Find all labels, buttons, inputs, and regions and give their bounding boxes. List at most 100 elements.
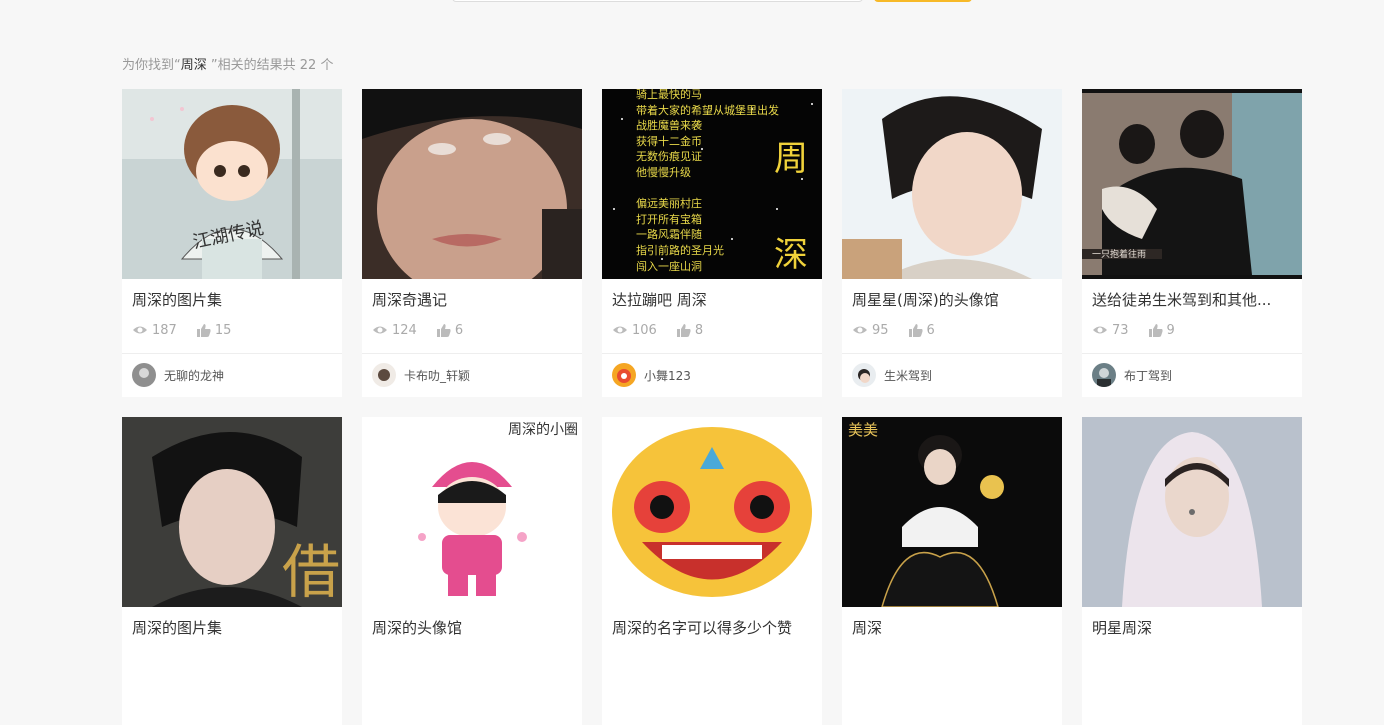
result-card[interactable]: 周深的名字可以得多少个赞	[602, 417, 822, 725]
card-thumbnail[interactable]: 一只抱着往雨	[1082, 89, 1302, 279]
view-count: 95	[852, 323, 889, 338]
search-input[interactable]	[452, 0, 863, 2]
thumbs-up-icon	[196, 324, 211, 337]
thumbs-up-icon	[1148, 324, 1163, 337]
poster-line: 偏远美丽村庄	[636, 197, 702, 211]
author-name[interactable]: 生米驾到	[884, 367, 932, 384]
card-stats: 95 6	[852, 321, 955, 339]
card-thumbnail[interactable]: 借	[122, 417, 342, 607]
card-title[interactable]: 周深的图片集	[132, 290, 336, 310]
thumbnail-lotus-poster	[842, 417, 1062, 607]
poster-line: 无数伤痕见证	[636, 150, 702, 164]
card-author[interactable]: 卡布叻_轩颖	[372, 363, 470, 387]
summary-suffix: 个	[316, 58, 334, 73]
eye-icon	[373, 326, 387, 334]
card-thumbnail[interactable]	[1082, 417, 1302, 607]
card-thumbnail[interactable]	[602, 417, 822, 607]
card-stats: 106 8	[612, 321, 723, 339]
like-count-value: 9	[1166, 322, 1175, 338]
view-count: 106	[612, 323, 657, 338]
poster-lines: 骑上最快的马 带着大家的希望从城堡里出发 战胜魔兽来袭 获得十二金币 无数伤痕见…	[636, 89, 779, 274]
card-divider	[602, 353, 822, 354]
author-name[interactable]: 无聊的龙神	[164, 367, 224, 384]
poster-line: 一路风霜伴随	[636, 228, 702, 242]
card-title[interactable]: 达拉蹦吧 周深	[612, 290, 816, 310]
card-title[interactable]: 周深的名字可以得多少个赞	[612, 618, 816, 638]
poster-big-char: 周	[774, 139, 808, 179]
poster-big-char: 深	[774, 235, 808, 275]
result-card[interactable]: 周深奇遇记 124 6 卡布叻_轩颖	[362, 89, 582, 397]
eye-icon	[853, 326, 867, 334]
card-title[interactable]: 周深奇遇记	[372, 290, 576, 310]
thumbnail-white-hoodie	[1082, 417, 1302, 607]
like-count-value: 8	[694, 322, 704, 338]
thumbnail-logo-text: 美美	[848, 421, 879, 439]
poster-line: 闯入一座山洞	[636, 259, 702, 273]
view-count-value: 187	[152, 322, 177, 338]
card-title[interactable]: 送给徒弟生米驾到和其他...	[1092, 290, 1296, 310]
avatar[interactable]	[852, 363, 876, 387]
card-thumbnail[interactable]: 美美	[842, 417, 1062, 607]
card-stats: 124 6	[372, 321, 483, 339]
card-thumbnail[interactable]	[842, 89, 1062, 279]
author-name[interactable]: 卡布叻_轩颖	[404, 367, 470, 384]
card-thumbnail[interactable]	[362, 89, 582, 279]
like-count: 9	[1148, 322, 1175, 338]
avatar[interactable]	[372, 363, 396, 387]
poster-line: 打开所有宝箱	[636, 212, 702, 226]
result-card[interactable]: 一只抱着往雨 送给徒弟生米驾到和其他... 73 9 布丁驾到	[1082, 89, 1302, 397]
card-author[interactable]: 布丁驾到	[1092, 363, 1172, 387]
card-title[interactable]: 周深的图片集	[132, 618, 336, 638]
poster-line: 他慢慢升级	[636, 165, 691, 179]
result-card[interactable]: 周深的小圈 周深的头像馆	[362, 417, 582, 725]
card-thumbnail[interactable]: 江湖传说	[122, 89, 342, 279]
thumbnail-overlay-text: 借	[282, 538, 341, 606]
card-thumbnail[interactable]: 周深的小圈	[362, 417, 582, 607]
like-count: 15	[196, 322, 232, 338]
thumbs-up-icon	[908, 324, 923, 337]
poster-gap	[636, 181, 779, 197]
thumbnail-face-closeup	[362, 89, 582, 279]
poster-line: 指引前路的圣月光	[636, 243, 724, 257]
result-card[interactable]: 骑上最快的马 带着大家的希望从城堡里出发 战胜魔兽来袭 获得十二金币 无数伤痕见…	[602, 89, 822, 397]
card-author[interactable]: 小舞123	[612, 363, 691, 387]
thumbs-up-icon	[436, 324, 451, 337]
poster-line: 获得十二金币	[636, 134, 702, 148]
result-card[interactable]: 江湖传说 周深的图片集 187 15 无聊的龙神	[122, 89, 342, 397]
search-button[interactable]	[874, 0, 972, 2]
avatar[interactable]	[132, 363, 156, 387]
thumbnail-profile-portrait	[842, 89, 1062, 279]
avatar[interactable]	[612, 363, 636, 387]
card-divider	[1082, 353, 1302, 354]
card-title[interactable]: 周深	[852, 618, 1056, 638]
like-count: 6	[908, 323, 935, 338]
result-card[interactable]: 明星周深	[1082, 417, 1302, 725]
eye-icon	[613, 326, 627, 334]
card-divider	[362, 353, 582, 354]
author-name[interactable]: 小舞123	[644, 367, 691, 384]
search-keyword: 周深	[180, 58, 207, 73]
result-card[interactable]: 借 周深的图片集	[122, 417, 342, 725]
eye-icon	[1093, 326, 1107, 334]
author-name[interactable]: 布丁驾到	[1124, 367, 1172, 384]
card-title[interactable]: 周星星(周深)的头像馆	[852, 290, 1056, 310]
result-card[interactable]: 周星星(周深)的头像馆 95 6 生米驾到	[842, 89, 1062, 397]
card-author[interactable]: 生米驾到	[852, 363, 932, 387]
view-count-value: 124	[392, 322, 417, 338]
card-title[interactable]: 周深的头像馆	[372, 618, 576, 638]
card-author[interactable]: 无聊的龙神	[132, 363, 224, 387]
like-count-value: 15	[214, 322, 232, 338]
card-stats: 187 15	[132, 321, 251, 339]
thumbnail-caption: 一只抱着往雨	[1092, 250, 1147, 260]
like-count-value: 6	[454, 322, 464, 338]
card-divider	[122, 353, 342, 354]
result-card[interactable]: 美美 周深	[842, 417, 1062, 725]
view-count-value: 73	[1112, 322, 1129, 338]
eye-icon	[133, 326, 147, 334]
card-thumbnail[interactable]: 骑上最快的马 带着大家的希望从城堡里出发 战胜魔兽来袭 获得十二金币 无数伤痕见…	[602, 89, 822, 279]
thumbnail-chibi-fan	[122, 89, 342, 279]
thumbs-up-icon	[676, 324, 691, 337]
poster-line: 骑上最快的马	[636, 89, 702, 101]
avatar[interactable]	[1092, 363, 1116, 387]
card-title[interactable]: 明星周深	[1092, 618, 1296, 638]
